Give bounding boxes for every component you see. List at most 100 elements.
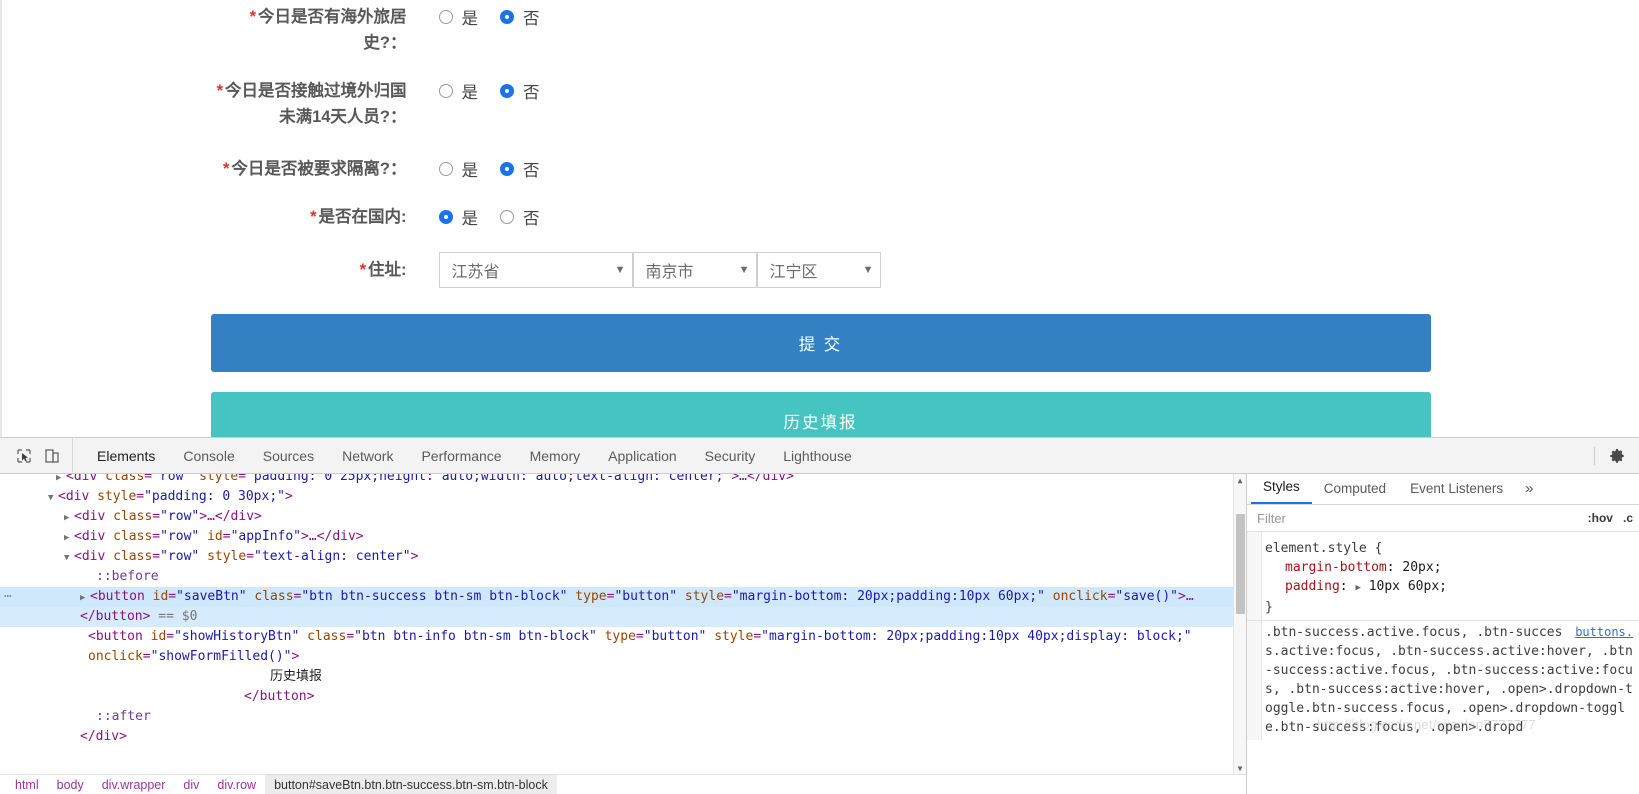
required-star: * xyxy=(249,8,256,26)
dom-line[interactable]: ▶ <div class="row">…</div> xyxy=(0,507,1246,527)
chevron-double-right-icon[interactable]: » xyxy=(1515,474,1543,504)
web-page-viewport: * 今日是否有海外旅居史?： 是 否 * 今日是否接触过境外归国未满14天人员?： … xyxy=(0,0,1639,437)
device-toolbar-icon[interactable] xyxy=(38,443,66,469)
tab-memory[interactable]: Memory xyxy=(516,438,595,473)
city-value: 南京市 xyxy=(645,264,694,281)
dom-line[interactable]: <button id="showHistoryBtn" class="btn b… xyxy=(0,627,1246,647)
hov-toggle-button[interactable]: :hov xyxy=(1588,511,1613,525)
dom-line-pseudo-after[interactable]: ::after xyxy=(0,707,1246,727)
radio-circle-icon[interactable] xyxy=(438,84,453,98)
radio-option-2-1[interactable]: 否 xyxy=(500,157,540,181)
dom-line[interactable]: </button> xyxy=(0,687,1246,707)
question-label-3: * 是否在国内: xyxy=(211,204,411,230)
chevron-down-icon: ▼ xyxy=(862,263,874,276)
tab-console[interactable]: Console xyxy=(169,438,248,473)
css-declaration[interactable]: padding: ▶ 10px 60px; xyxy=(1265,577,1633,598)
tab-performance[interactable]: Performance xyxy=(407,438,515,473)
expand-arrow-icon[interactable]: ▶ xyxy=(64,528,74,548)
devtools-tab-list: Elements Console Sources Network Perform… xyxy=(73,438,1586,473)
address-selects: 江苏省 ▼ 南京市 ▼ 江宁区 ▼ xyxy=(411,252,1431,288)
question-options-2: 是 否 xyxy=(411,156,1431,182)
breadcrumb-item-body[interactable]: body xyxy=(48,775,93,794)
required-star: * xyxy=(216,82,223,100)
collapse-arrow-icon[interactable]: ▼ xyxy=(64,548,74,568)
radio-option-0-1[interactable]: 否 xyxy=(500,5,540,29)
scrollbar-thumb[interactable] xyxy=(1236,514,1245,614)
devtools-toolbar: Elements Console Sources Network Perform… xyxy=(0,438,1639,474)
scroll-up-arrow-icon[interactable]: ▲ xyxy=(1234,474,1246,487)
tab-security[interactable]: Security xyxy=(691,438,770,473)
dom-line[interactable]: ▶ <div class="row" style="padding: 0 25px… xyxy=(0,474,1246,487)
question-options-3: 是 否 xyxy=(411,204,1431,230)
question-label-text: 是否在国内: xyxy=(318,208,407,226)
tab-application[interactable]: Application xyxy=(594,438,691,473)
styles-filter-input[interactable]: Filter xyxy=(1257,511,1578,526)
radio-option-3-0[interactable]: 是 xyxy=(438,205,478,229)
radio-circle-icon[interactable] xyxy=(500,210,514,224)
district-select[interactable]: 江宁区 ▼ xyxy=(756,252,881,288)
dom-line[interactable]: ▼ <div style="padding: 0 30px;"> xyxy=(0,487,1246,507)
tab-lighthouse[interactable]: Lighthouse xyxy=(769,438,866,473)
form-row-address: * 住址: 江苏省 ▼ 南京市 ▼ 江宁区 ▼ xyxy=(211,252,1431,288)
radio-option-2-0[interactable]: 是 xyxy=(438,157,478,181)
cls-toggle-button[interactable]: .c xyxy=(1623,511,1633,525)
tab-elements[interactable]: Elements xyxy=(83,438,169,473)
radio-circle-icon[interactable] xyxy=(438,162,453,176)
city-select[interactable]: 南京市 ▼ xyxy=(632,252,757,288)
dom-line[interactable]: </div> xyxy=(0,727,1246,747)
breadcrumb-item-html[interactable]: html xyxy=(6,775,48,794)
dom-line[interactable]: ▼ <div class="row" style="text-align: cen… xyxy=(0,547,1246,567)
radio-option-1-1[interactable]: 否 xyxy=(500,79,540,103)
province-select[interactable]: 江苏省 ▼ xyxy=(438,252,633,288)
breadcrumb-item-div-wrapper[interactable]: div.wrapper xyxy=(93,775,175,794)
question-label-2: * 今日是否被要求隔离?： xyxy=(211,156,411,182)
expand-arrow-icon[interactable]: ▶ xyxy=(64,508,74,528)
dom-tree-scrollbar[interactable]: ▲ ▼ xyxy=(1233,474,1246,775)
breadcrumb-item-div[interactable]: div xyxy=(174,775,208,794)
css-declaration[interactable]: margin-bottom: 20px; xyxy=(1265,558,1633,577)
dom-line[interactable]: ▶ <div class="row" id="appInfo">…</div> xyxy=(0,527,1246,547)
tab-network[interactable]: Network xyxy=(328,438,407,473)
radio-label: 否 xyxy=(523,210,540,228)
css-source-link[interactable]: buttons. xyxy=(1575,623,1633,642)
radio-circle-selected-icon[interactable] xyxy=(438,210,453,224)
css-value: 20px; xyxy=(1402,560,1442,575)
radio-label: 否 xyxy=(523,162,540,180)
gear-icon[interactable] xyxy=(1603,443,1631,469)
radio-option-3-1[interactable]: 否 xyxy=(500,205,540,229)
radio-label: 是 xyxy=(461,84,479,102)
radio-option-0-0[interactable]: 是 xyxy=(438,5,479,29)
radio-circle-icon[interactable] xyxy=(438,10,453,24)
elements-dom-tree[interactable]: ▶ <div class="row" style="padding: 0 25px… xyxy=(0,474,1246,794)
dom-line-selected-savebtn[interactable]: ⋯ ▶ <button id="saveBtn" class="btn btn-su… xyxy=(0,587,1246,607)
inspect-cursor-icon[interactable] xyxy=(10,443,38,469)
dom-line-selected-savebtn-close[interactable]: </button> == $0 xyxy=(0,607,1246,627)
history-button[interactable]: 历史填报 xyxy=(210,392,1431,437)
radio-option-1-0[interactable]: 是 xyxy=(438,79,479,103)
css-rule-btn-success: buttons. .btn-success.active.focus, .btn… xyxy=(1247,620,1639,740)
breadcrumb-item-div-row[interactable]: div.row xyxy=(208,775,265,794)
tab-event-listeners[interactable]: Event Listeners xyxy=(1398,474,1515,504)
radio-circle-selected-icon[interactable] xyxy=(500,162,514,176)
radio-circle-selected-icon[interactable] xyxy=(500,10,514,24)
tab-styles[interactable]: Styles xyxy=(1251,474,1312,504)
styles-sidebar: Styles Computed Event Listeners » Filter… xyxy=(1246,474,1639,794)
breadcrumb-item-savebtn[interactable]: button#saveBtn.btn.btn-success.btn-sm.bt… xyxy=(265,774,557,794)
dom-line-pseudo-before[interactable]: ::before xyxy=(0,567,1246,587)
tab-computed[interactable]: Computed xyxy=(1312,474,1398,504)
css-value: 10px 60px; xyxy=(1368,579,1447,594)
submit-button[interactable]: 提 交 xyxy=(210,314,1431,372)
css-rule-close: } xyxy=(1265,600,1273,615)
dom-line-text-node[interactable]: 历史填报 xyxy=(0,667,1246,687)
collapse-arrow-icon[interactable]: ▼ xyxy=(48,488,58,508)
question-label-0: * 今日是否有海外旅居史?： xyxy=(211,4,411,56)
dom-line[interactable]: onclick="showFormFilled()"> xyxy=(0,647,1246,667)
expand-arrow-icon[interactable]: ▶ xyxy=(80,588,90,608)
more-options-icon[interactable]: ⋯ xyxy=(4,587,13,607)
form-row-question-2: * 今日是否被要求隔离?： 是 否 xyxy=(211,156,1431,182)
radio-circle-selected-icon[interactable] xyxy=(500,84,514,98)
expand-arrow-icon[interactable]: ▶ xyxy=(56,474,66,488)
radio-label: 是 xyxy=(461,10,479,28)
tab-sources[interactable]: Sources xyxy=(249,438,328,473)
screenshot-root: * 今日是否有海外旅居史?： 是 否 * 今日是否接触过境外归国未满14天人员?： … xyxy=(0,0,1639,794)
